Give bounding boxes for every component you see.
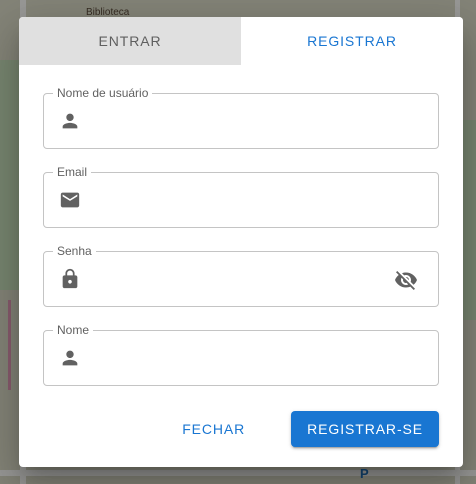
password-input[interactable] xyxy=(96,266,378,294)
username-field[interactable]: Nome de usuário xyxy=(43,86,439,149)
person-icon xyxy=(62,350,78,366)
email-label: Email xyxy=(53,165,92,179)
password-field[interactable]: Senha xyxy=(43,244,439,307)
register-form: Nome de usuário Email Senha Nome xyxy=(19,65,463,386)
name-input[interactable] xyxy=(96,345,378,373)
name-field[interactable]: Nome xyxy=(43,323,439,386)
register-dialog: ENTRAR REGISTRAR Nome de usuário Email S… xyxy=(19,17,463,467)
mail-icon xyxy=(60,192,80,208)
email-input[interactable] xyxy=(96,187,378,215)
auth-tabs: ENTRAR REGISTRAR xyxy=(19,17,463,65)
username-label: Nome de usuário xyxy=(53,86,153,100)
lock-icon xyxy=(62,268,78,289)
visibility-off-icon[interactable] xyxy=(394,268,418,292)
tab-register[interactable]: REGISTRAR xyxy=(241,17,463,65)
tab-login[interactable]: ENTRAR xyxy=(19,17,241,65)
dialog-actions: FECHAR REGISTRAR-SE xyxy=(170,411,439,447)
person-icon xyxy=(62,113,78,129)
close-button[interactable]: FECHAR xyxy=(170,412,257,446)
password-label: Senha xyxy=(53,244,96,258)
email-field[interactable]: Email xyxy=(43,165,439,228)
username-input[interactable] xyxy=(96,108,378,136)
name-label: Nome xyxy=(53,323,94,337)
register-button[interactable]: REGISTRAR-SE xyxy=(291,411,439,447)
